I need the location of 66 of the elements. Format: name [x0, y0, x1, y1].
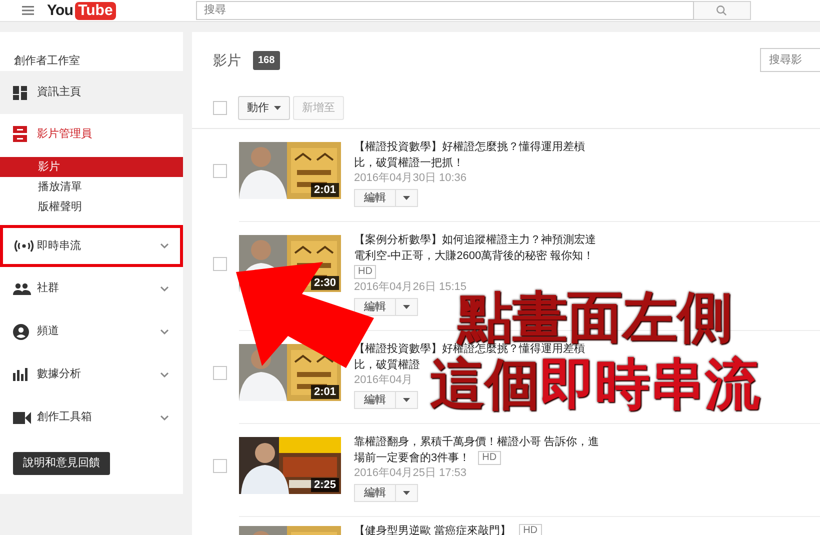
duration-label: 2:01	[310, 385, 339, 399]
edit-button[interactable]: 編輯	[354, 484, 396, 502]
video-title[interactable]: 【健身型男逆歐 當癌症來敲門】	[354, 522, 512, 535]
page-title: 影片	[213, 50, 241, 70]
more-button[interactable]	[396, 189, 418, 207]
more-button[interactable]	[396, 298, 418, 316]
caret-icon	[403, 196, 410, 200]
video-camera-icon	[13, 412, 31, 424]
checkbox[interactable]	[213, 101, 227, 115]
video-title[interactable]: 【權證投資數學】好權證怎麼挑？懂得運用差槓	[354, 138, 585, 156]
video-title[interactable]: 場前一定要會的3件事！	[354, 450, 470, 466]
bar-chart-icon	[13, 368, 28, 381]
people-icon	[13, 282, 31, 294]
upload-date: 2016年04月26日 15:15	[354, 280, 467, 293]
person-icon	[13, 324, 29, 340]
edit-button[interactable]: 編輯	[354, 298, 396, 316]
annotation-text: 點畫面左側	[458, 290, 732, 344]
upload-date: 2016年04月	[354, 373, 413, 388]
chevron-icon[interactable]	[160, 243, 169, 249]
upload-date: 2016年04月30日 10:36	[354, 171, 467, 186]
video-title[interactable]: 靠權證翻身，累積千萬身價！權證小哥 告訴你，進	[354, 434, 600, 450]
actions-dropdown[interactable]: 動作	[238, 96, 290, 120]
duration-label: 2:01	[310, 183, 339, 197]
broadcast-icon	[13, 239, 35, 253]
submenu-item[interactable]: 版權聲明	[0, 197, 183, 217]
video-title[interactable]: 電利空-中正哥，大賺2600萬背後的秘密 報你知！	[354, 248, 594, 264]
caret-icon	[274, 106, 281, 110]
hd-badge: HD	[354, 265, 376, 279]
chevron-icon[interactable]	[160, 328, 169, 334]
hd-badge: HD	[519, 524, 542, 535]
caret-icon	[403, 491, 410, 495]
checkbox[interactable]	[213, 366, 227, 380]
sidebar-title: 創作者工作室	[14, 55, 80, 67]
search-field[interactable]: 搜尋	[196, 1, 694, 20]
video-title[interactable]: 比，破質權證一把抓！	[354, 154, 464, 172]
video-manager-icon	[13, 126, 27, 142]
submenu-item[interactable]: 影片	[0, 157, 183, 177]
dashboard-icon	[13, 86, 27, 100]
menu-icon[interactable]	[22, 6, 34, 15]
video-title[interactable]: 【案例分析數學】如何追蹤權證主力？神預測宏達	[354, 232, 596, 248]
count-badge: 168	[253, 50, 280, 70]
more-button[interactable]	[396, 391, 418, 409]
upload-date: 2016年04月25日 17:53	[354, 466, 467, 481]
search-field[interactable]: 搜尋影	[760, 48, 820, 72]
more-button[interactable]	[396, 484, 418, 502]
video-title[interactable]: 比，破質權證	[354, 356, 420, 374]
duration-label: 2:30	[310, 276, 339, 290]
submenu-item[interactable]: 播放清單	[0, 177, 183, 197]
chevron-icon[interactable]	[160, 372, 169, 378]
caret-icon	[403, 305, 410, 309]
help-button[interactable]: 說明和意見回饋	[13, 452, 110, 475]
edit-button[interactable]: 編輯	[354, 189, 396, 207]
annotation-text: 這個即時串流	[430, 357, 760, 411]
edit-button[interactable]: 編輯	[354, 391, 396, 409]
search-button[interactable]	[694, 1, 751, 20]
checkbox[interactable]	[213, 164, 227, 178]
hd-badge: HD	[478, 451, 501, 465]
chevron-icon[interactable]	[160, 414, 169, 420]
checkbox[interactable]	[213, 458, 227, 472]
caret-icon	[403, 398, 410, 402]
chevron-icon[interactable]	[160, 286, 169, 292]
duration-label: 2:25	[310, 478, 339, 492]
checkbox[interactable]	[213, 256, 227, 270]
sidebar-item[interactable]: 資訊主頁	[0, 71, 183, 114]
search-icon	[716, 5, 728, 16]
sidebar-item[interactable]: 即時串流	[0, 225, 183, 267]
